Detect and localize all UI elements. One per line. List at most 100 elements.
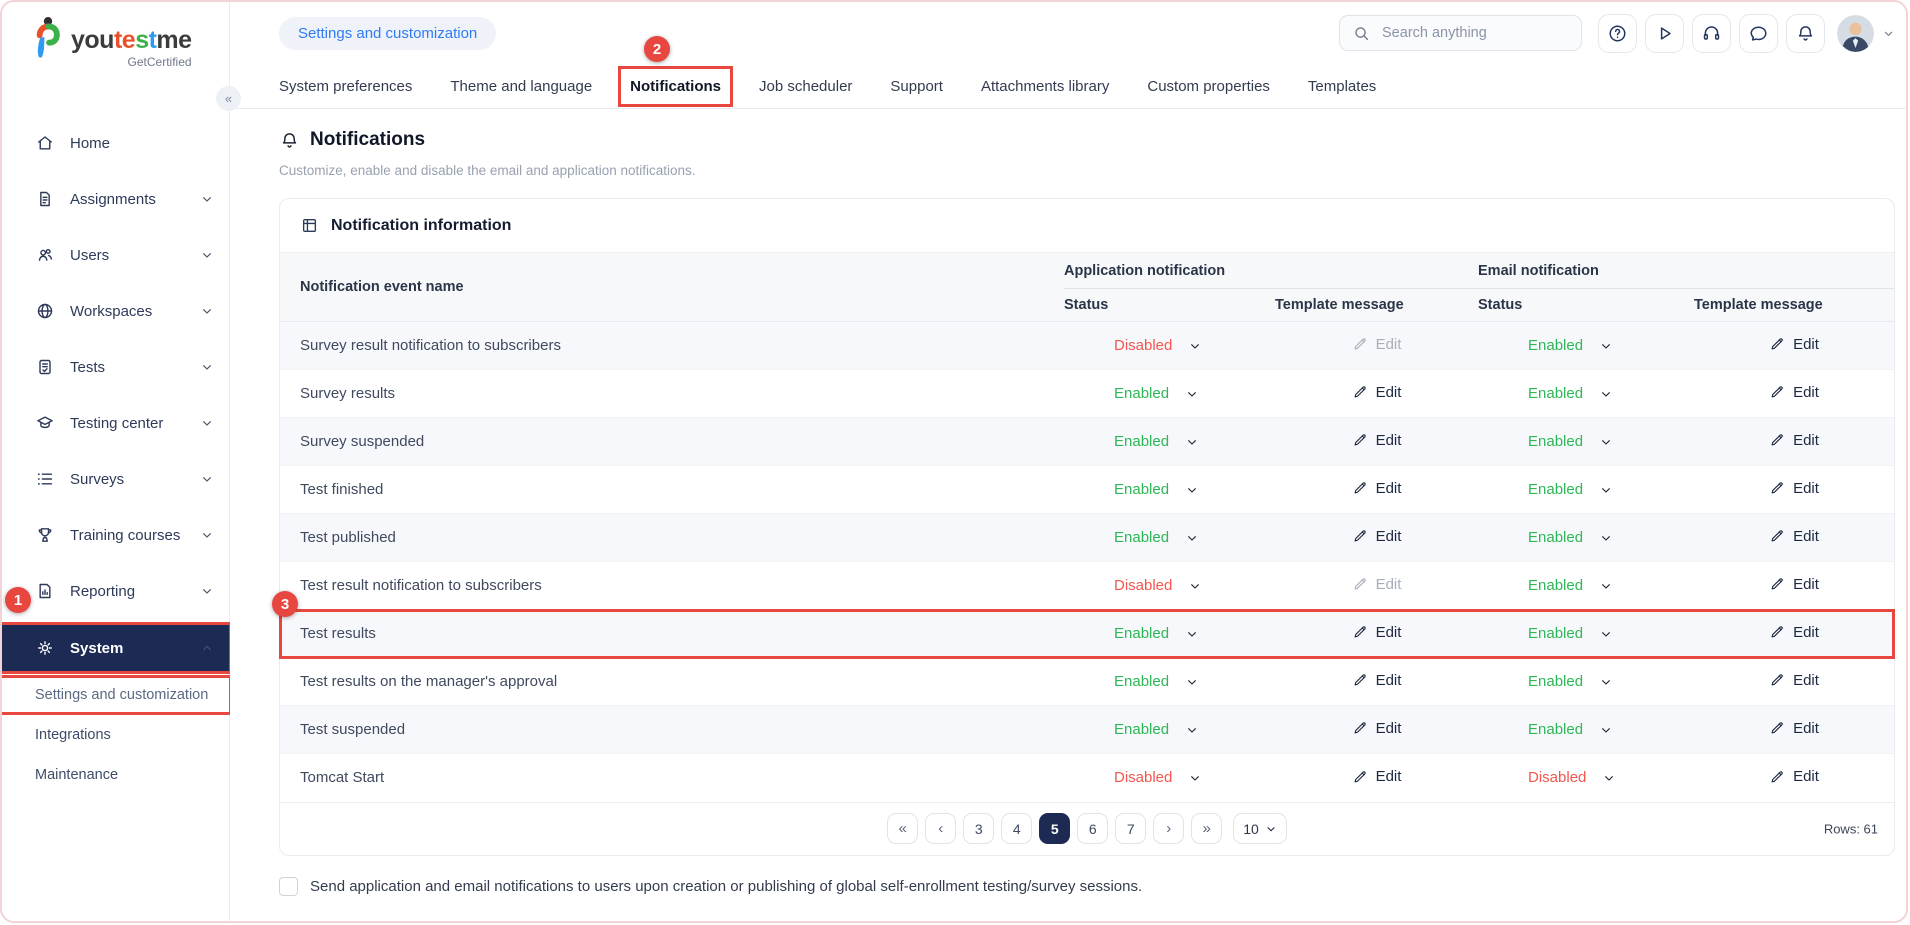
page-6-button[interactable]: 6 [1077, 813, 1108, 844]
global-notifications-checkbox-row[interactable]: Send application and email notifications… [279, 877, 1895, 896]
email-status-dropdown[interactable]: Enabled [1528, 721, 1614, 738]
email-status-dropdown[interactable]: Enabled [1528, 529, 1614, 546]
app-status-dropdown[interactable]: Disabled [1114, 577, 1203, 594]
tab-theme-and-language[interactable]: Theme and language [450, 78, 592, 95]
sidebar-item-home[interactable]: Home [2, 121, 229, 165]
app-status-dropdown[interactable]: Disabled [1114, 769, 1203, 786]
collapse-sidebar-button[interactable]: « [216, 86, 241, 111]
email-template-edit-button[interactable]: Edit [1763, 479, 1825, 498]
app-template-edit-button[interactable]: Edit [1346, 383, 1408, 402]
sidebar-item-training-courses[interactable]: Training courses [2, 513, 229, 557]
help-button[interactable] [1598, 14, 1637, 53]
next-page-button[interactable]: › [1153, 813, 1184, 844]
sidebar-item-surveys[interactable]: Surveys [2, 457, 229, 501]
last-page-button[interactable]: » [1191, 813, 1222, 844]
sidebar-item-testing-center[interactable]: Testing center [2, 401, 229, 445]
app-template-edit-button[interactable]: Edit [1346, 479, 1408, 498]
sidebar-subitem-settings-and-customization[interactable]: Settings and customization [2, 678, 229, 712]
sidebar-item-users[interactable]: Users [2, 233, 229, 277]
play-button[interactable] [1645, 14, 1684, 53]
tab-custom-properties[interactable]: Custom properties [1147, 78, 1270, 95]
tab-notifications[interactable]: Notifications [630, 78, 721, 95]
email-status-dropdown[interactable]: Enabled [1528, 673, 1614, 690]
sidebar-item-reporting[interactable]: Reporting [2, 569, 229, 613]
email-template-edit-button[interactable]: Edit [1763, 431, 1825, 450]
tab-job-scheduler[interactable]: Job scheduler [759, 78, 852, 95]
pencil-icon [1769, 336, 1785, 352]
checkbox-unchecked[interactable] [279, 877, 298, 896]
chat-button[interactable] [1739, 14, 1778, 53]
prev-page-button[interactable]: ‹ [925, 813, 956, 844]
help-icon [1607, 23, 1628, 44]
email-status-dropdown[interactable]: Enabled [1528, 625, 1614, 642]
edit-label: Edit [1793, 576, 1819, 593]
app-status-dropdown[interactable]: Enabled [1114, 481, 1200, 498]
headset-button[interactable] [1692, 14, 1731, 53]
column-header-app-status: Status [1064, 289, 1275, 322]
settings-tabbar: System preferences Theme and language Noti… [230, 64, 1908, 109]
page-3-button[interactable]: 3 [963, 813, 994, 844]
page-7-button[interactable]: 7 [1115, 813, 1146, 844]
app-template-edit-button[interactable]: Edit [1346, 671, 1408, 690]
tab-system-preferences[interactable]: System preferences [279, 78, 412, 95]
user-menu-button[interactable] [1837, 15, 1896, 52]
sidebar-item-assignments[interactable]: Assignments [2, 177, 229, 221]
chevron-down-icon [1184, 530, 1200, 546]
status-cell: Enabled [1064, 658, 1275, 706]
app-template-edit-button[interactable]: Edit [1346, 719, 1408, 738]
email-status-dropdown[interactable]: Enabled [1528, 433, 1614, 450]
tab-support[interactable]: Support [890, 78, 943, 95]
app-status-dropdown[interactable]: Enabled [1114, 721, 1200, 738]
email-status-dropdown[interactable]: Enabled [1528, 481, 1614, 498]
search-input[interactable] [1380, 24, 1550, 42]
app-status-dropdown[interactable]: Enabled [1114, 433, 1200, 450]
bell-button[interactable] [1786, 14, 1825, 53]
edit-label: Edit [1376, 672, 1402, 689]
chevron-down-icon [199, 471, 215, 487]
event-name-cell: Test result notification to subscribers [280, 562, 1064, 610]
app-status-dropdown[interactable]: Enabled [1114, 529, 1200, 546]
email-status-dropdown[interactable]: Enabled [1528, 337, 1614, 354]
sidebar-item-system[interactable]: System [2, 625, 229, 671]
tab-attachments-library[interactable]: Attachments library [981, 78, 1109, 95]
app-status-dropdown[interactable]: Enabled [1114, 673, 1200, 690]
chevron-down-icon [1598, 578, 1614, 594]
pencil-icon [1769, 624, 1785, 640]
app-template-edit-button[interactable]: Edit [1346, 623, 1408, 642]
app-status-dropdown[interactable]: Enabled [1114, 625, 1200, 642]
email-template-edit-button[interactable]: Edit [1763, 671, 1825, 690]
email-status-dropdown[interactable]: Enabled [1528, 577, 1614, 594]
email-status-dropdown[interactable]: Disabled [1528, 769, 1617, 786]
email-template-edit-button[interactable]: Edit [1763, 527, 1825, 546]
page-size-select[interactable]: 10 [1233, 813, 1287, 844]
sidebar-subitem-maintenance[interactable]: Maintenance [2, 758, 229, 792]
pencil-icon [1769, 480, 1785, 496]
app-template-edit-button[interactable]: Edit [1346, 767, 1408, 786]
app-template-edit-button[interactable]: Edit [1346, 431, 1408, 450]
page-5-button[interactable]: 5 [1039, 813, 1070, 844]
email-template-edit-button[interactable]: Edit [1763, 335, 1825, 354]
edit-label: Edit [1793, 720, 1819, 737]
pencil-icon [1352, 432, 1368, 448]
tab-templates[interactable]: Templates [1308, 78, 1376, 95]
status-value: Enabled [1528, 625, 1583, 642]
chevron-down-icon [199, 247, 215, 263]
template-cell: Edit [1275, 706, 1478, 754]
app-template-edit-button[interactable]: Edit [1346, 527, 1408, 546]
page-4-button[interactable]: 4 [1001, 813, 1032, 844]
email-status-dropdown[interactable]: Enabled [1528, 385, 1614, 402]
email-template-edit-button[interactable]: Edit [1763, 719, 1825, 738]
first-page-button[interactable]: « [887, 813, 918, 844]
email-template-edit-button[interactable]: Edit [1763, 383, 1825, 402]
sidebar-item-label: Home [70, 135, 110, 152]
event-name-cell: Test results on the manager's approval [280, 658, 1064, 706]
sidebar-subitem-integrations[interactable]: Integrations [2, 718, 229, 752]
app-status-dropdown[interactable]: Disabled [1114, 337, 1203, 354]
email-template-edit-button[interactable]: Edit [1763, 575, 1825, 594]
sidebar-item-workspaces[interactable]: Workspaces [2, 289, 229, 333]
email-template-edit-button[interactable]: Edit [1763, 767, 1825, 786]
email-template-edit-button[interactable]: Edit [1763, 623, 1825, 642]
sidebar-item-tests[interactable]: Tests [2, 345, 229, 389]
app-status-dropdown[interactable]: Enabled [1114, 385, 1200, 402]
breadcrumb[interactable]: Settings and customization [279, 17, 496, 50]
